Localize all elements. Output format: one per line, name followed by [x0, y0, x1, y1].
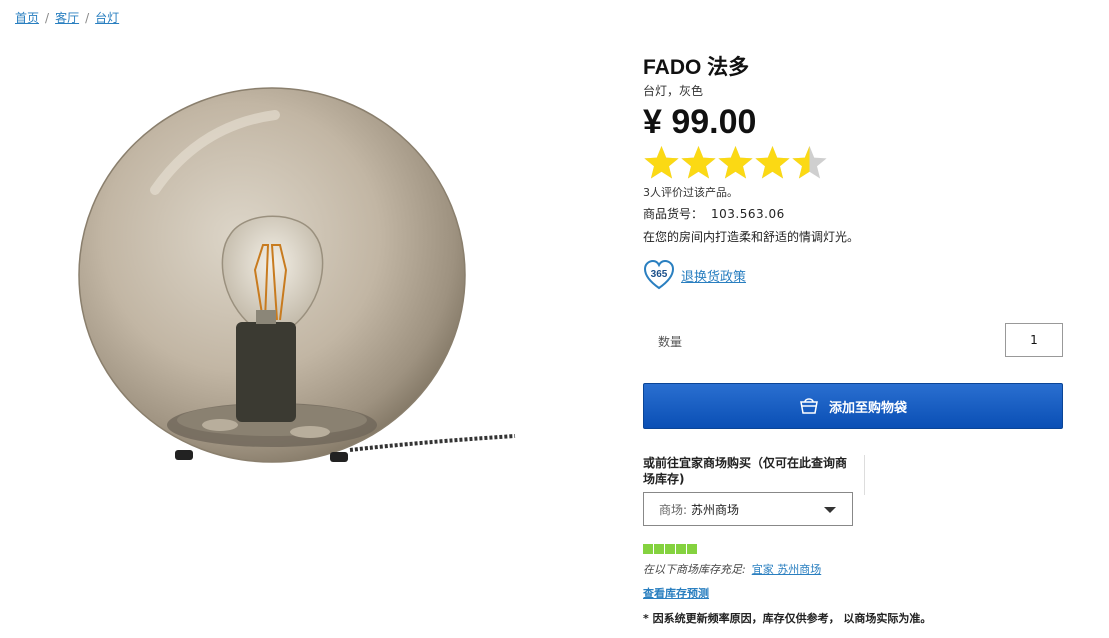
store-select[interactable]: 商场: 苏州商场 [643, 492, 853, 526]
breadcrumb-separator: / [85, 10, 90, 25]
store-select-prefix: 商场: [659, 502, 688, 517]
stock-status-text: 在以下商场库存充足: [643, 563, 746, 576]
star-icon [644, 145, 679, 178]
rating-stars[interactable] [643, 144, 1073, 182]
breadcrumb: 首页 / 客厅 / 台灯 [15, 9, 119, 26]
stock-store-link[interactable]: 宜家 苏州商场 [752, 563, 822, 576]
stock-level-segment [676, 544, 686, 554]
breadcrumb-table-lamp-link[interactable]: 台灯 [95, 9, 119, 26]
add-to-cart-label: 添加至购物袋 [828, 400, 907, 416]
add-to-cart-button[interactable]: 添加至购物袋 [643, 383, 1063, 429]
store-label: 或前往宜家商场购买（仅可在此查询商场库存) [643, 456, 848, 486]
breadcrumb-living-room-link[interactable]: 客厅 [55, 9, 79, 26]
quantity-input[interactable]: 1 [1005, 323, 1063, 357]
product-info: FADO 法多 台灯，灰色 ¥ 99.00 3人评价过该产品。 商品货号： 103… [643, 55, 1073, 291]
stock-disclaimer: * 因系统更新频率原因，库存仅供参考， 以商场实际为准。 [643, 612, 932, 625]
article-number-label: 商品货号： [643, 207, 704, 221]
stock-level-segment [654, 544, 664, 554]
stock-level-segment [687, 544, 697, 554]
product-description: 在您的房间内打造柔和舒适的情调灯光。 [643, 230, 860, 244]
quantity-row: 数量 1 [643, 323, 1063, 357]
store-section: 或前往宜家商场购买（仅可在此查询商场库存) 商场: 苏州商场 [643, 455, 873, 526]
stock-status: 在以下商场库存充足: 宜家 苏州商场 [643, 561, 821, 577]
return-policy-link[interactable]: 退换货政策 [681, 266, 746, 285]
product-subtitle: 台灯，灰色 [643, 84, 704, 98]
shopping-bag-icon [800, 398, 818, 414]
store-select-value: 苏州商场 [691, 502, 740, 517]
breadcrumb-separator: / [45, 10, 50, 25]
heart-365-icon: 365 [643, 259, 675, 290]
article-number-row: 商品货号： 103.563.06 [643, 205, 1073, 222]
quantity-label: 数量 [658, 335, 683, 349]
star-icon [755, 145, 790, 178]
breadcrumb-home-link[interactable]: 首页 [15, 9, 39, 26]
stock-forecast-link[interactable]: 查看库存预测 [643, 585, 709, 601]
star-icon [792, 145, 827, 178]
article-number: 103.563.06 [711, 207, 785, 221]
stock-level-segment [665, 544, 675, 554]
star-icon [718, 145, 753, 178]
chevron-down-icon [824, 507, 836, 513]
return-policy-row: 365 退换货政策 [643, 259, 1073, 291]
product-title: FADO 法多 [643, 56, 750, 79]
product-image[interactable] [60, 70, 530, 490]
review-count: 3人评价过该产品。 [643, 186, 738, 199]
stock-level-segment [643, 544, 653, 554]
divider [864, 455, 865, 495]
product-price: ¥ 99.00 [643, 103, 757, 141]
star-icon [681, 145, 716, 178]
stock-level-indicator [643, 544, 697, 554]
return-badge-text: 365 [651, 269, 668, 280]
